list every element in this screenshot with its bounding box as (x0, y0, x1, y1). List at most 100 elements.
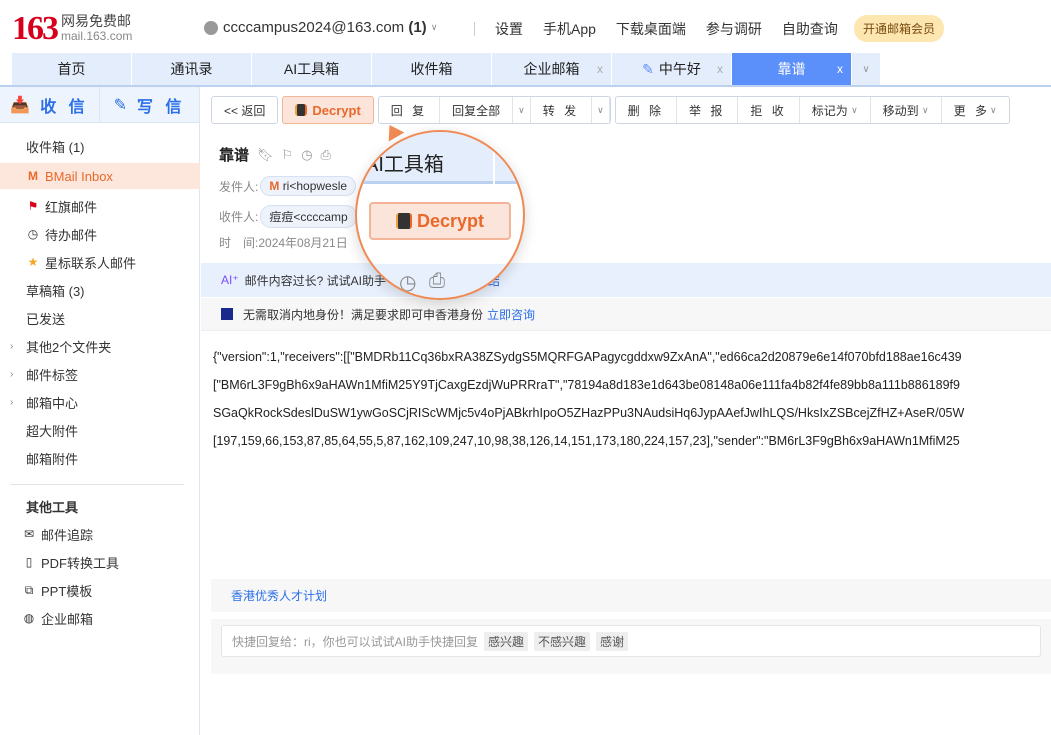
account-menu[interactable]: ccccampus2024@163.com (1) ∨ (204, 19, 437, 36)
move-to-button[interactable]: 移动到 ∨ (871, 97, 942, 123)
close-icon[interactable]: x (837, 62, 843, 76)
magnified-decrypt-button: Decrypt (369, 202, 511, 240)
reply-tag[interactable]: 感谢 (596, 631, 629, 651)
quick-reply-input[interactable]: 快捷回复给：ri，你也可以试试AI助手快捷回复 感兴趣 不感兴趣 感谢 (221, 625, 1041, 657)
tab-label: 中午好 (658, 61, 701, 77)
close-icon[interactable]: x (717, 62, 723, 76)
print-icon[interactable]: ⎙ (321, 147, 331, 163)
compose-label: 写 信 (136, 98, 186, 116)
tab-enterprise-mail[interactable]: 企业邮箱 x (492, 53, 611, 85)
sidebar-item-flagged[interactable]: ⚑ 红旗邮件 (0, 193, 200, 219)
mail-subject-row: 靠谱 🔖︎ ⚐ ◷ ⎙ (219, 144, 331, 165)
divider (474, 22, 475, 36)
tool-pdf-convert[interactable]: ▯ PDF转换工具 (0, 549, 200, 575)
sidebar-item-large-attachments[interactable]: 超大附件 (0, 417, 200, 443)
logo-text: 网易免费邮 (61, 13, 131, 29)
sidebar-item-drafts[interactable]: 草稿箱 (3) (0, 277, 200, 303)
compose-button[interactable]: ✎ 写 信 (100, 87, 199, 122)
pencil-icon: ✎ (113, 96, 131, 114)
flag-icon[interactable]: ⚐ (282, 147, 294, 163)
time-label: 时 间: (219, 236, 259, 250)
globe-icon: ◍ (23, 611, 35, 625)
item-label: 收件箱 (1) (26, 139, 85, 155)
tab-contacts[interactable]: 通讯录 (132, 53, 251, 85)
logo[interactable]: 163 网易免费邮 mail.163.com (12, 10, 132, 48)
reply-button[interactable]: 回 复 (379, 97, 441, 123)
tool-ppt-template[interactable]: ⧉ PPT模板 (0, 577, 200, 603)
flag-icon: ⚑ (27, 199, 39, 213)
sidebar-item-inbox[interactable]: 收件箱 (1) (0, 133, 200, 159)
tab-inbox[interactable]: 收件箱 (372, 53, 491, 85)
lock-icon (295, 104, 308, 116)
item-label: 其他2个文件夹 (26, 339, 112, 355)
forward-dropdown-chevron-icon[interactable]: ∨ (592, 97, 610, 123)
more-button[interactable]: 更 多 ∨ (942, 97, 1009, 123)
decrypt-button[interactable]: Decrypt (282, 96, 374, 124)
to-row: 收件人: 痘痘<ccccamp (219, 205, 357, 228)
item-label: 待办邮件 (45, 227, 98, 243)
bookmark-icon[interactable]: 🔖︎ (257, 147, 274, 163)
tab-more-chevron-icon[interactable]: ∨ (852, 53, 880, 85)
reject-button[interactable]: 拒 收 (738, 97, 800, 123)
back-button[interactable]: << 返回 (212, 97, 277, 123)
link-mobile-app[interactable]: 手机App (543, 19, 596, 39)
reply-tag[interactable]: 感兴趣 (484, 631, 529, 651)
reply-all-button[interactable]: 回复全部 (440, 97, 514, 123)
link-survey[interactable]: 参与调研 (706, 19, 762, 39)
star-icon: ★ (27, 255, 39, 269)
ad-bar: 无需取消内地身份！满足要求即可申香港身份 立即咨询 (201, 298, 1051, 331)
chevron-right-icon: › (10, 340, 14, 352)
item-label: 星标联系人邮件 (45, 255, 137, 271)
receive-button[interactable]: 📥 收 信 (0, 87, 100, 122)
reply-tag[interactable]: 不感兴趣 (534, 631, 591, 651)
sidebar-item-sent[interactable]: 已发送 (0, 305, 200, 331)
delete-button[interactable]: 删 除 (616, 97, 678, 123)
sidebar-item-attachments[interactable]: 邮箱附件 (0, 445, 200, 471)
divider (10, 484, 184, 485)
sender-chip[interactable]: M ri<hopwesle (260, 176, 357, 196)
tab-label: 收件箱 (410, 61, 453, 77)
item-label: 企业邮箱 (41, 611, 94, 627)
sidebar-item-todo[interactable]: ◷ 待办邮件 (0, 221, 200, 247)
time-row: 时 间: 2024年08月21日 (219, 234, 348, 251)
vip-button[interactable]: 开通邮箱会员 (854, 15, 945, 42)
footer-link[interactable]: 香港优秀人才计划 (211, 579, 1051, 612)
report-button[interactable]: 举 报 (677, 97, 739, 123)
mail-body: {"version":1,"receivers":[["BMDRb11Cq36b… (213, 343, 1051, 455)
reply-all-dropdown-chevron-icon[interactable]: ∨ (513, 97, 531, 123)
link-settings[interactable]: 设置 (495, 19, 523, 39)
recipient-chip[interactable]: 痘痘<ccccamp (260, 205, 357, 228)
close-icon[interactable]: x (597, 62, 603, 76)
sidebar: 📥 收 信 ✎ 写 信 收件箱 (1) M BMail Inbox ⚑ 红旗邮件 ◷ 待办… (0, 87, 200, 735)
mark-as-button[interactable]: 标记为 ∨ (800, 97, 871, 123)
tool-mail-tracking[interactable]: ✉ 邮件追踪 (0, 521, 200, 547)
link-desktop[interactable]: 下载桌面端 (616, 19, 686, 39)
avatar-icon (204, 20, 218, 35)
sidebar-item-tags[interactable]: › 邮件标签 (0, 361, 200, 387)
tool-enterprise-mail[interactable]: ◍ 企业邮箱 (0, 605, 200, 631)
tab-label: 靠谱 (777, 61, 806, 77)
tab-draft[interactable]: ✎ 中午好 x (612, 53, 731, 85)
item-label: 已发送 (26, 311, 66, 327)
ad-text: 无需取消内地身份！满足要求即可申香港身份 (243, 307, 484, 322)
sidebar-item-bmail-inbox[interactable]: M BMail Inbox (0, 163, 200, 189)
tab-home[interactable]: 首页 (12, 53, 131, 85)
ad-link[interactable]: 立即咨询 (487, 306, 535, 323)
magnifier-callout: AI工具箱 Decrypt ◷ ⎙ (355, 130, 525, 300)
clock-icon[interactable]: ◷ (301, 147, 312, 163)
item-label: 红旗邮件 (45, 199, 98, 215)
tools-title: 其他工具 (26, 499, 79, 515)
tab-ai-toolbox[interactable]: AI工具箱 (252, 53, 371, 85)
forward-button[interactable]: 转 发 (531, 97, 593, 123)
account-email: ccccampus2024@163.com (223, 19, 405, 36)
tab-current-mail[interactable]: 靠谱 x (732, 53, 851, 85)
link-self-help[interactable]: 自助查询 (782, 19, 838, 39)
sidebar-item-other-folders[interactable]: › 其他2个文件夹 (0, 333, 200, 359)
sidebar-item-starred[interactable]: ★ 星标联系人邮件 (0, 249, 200, 275)
tab-label: AI工具箱 (283, 61, 340, 77)
sidebar-item-mail-center[interactable]: › 邮箱中心 (0, 389, 200, 415)
ppt-icon: ⧉ (24, 582, 34, 597)
clock-icon: ◷ (399, 272, 417, 294)
mail-view: << 返回 Decrypt 回 复 回复全部 ∨ 转 发 ∨ 删 除 举 报 拒… (201, 87, 1051, 735)
logo-domain: mail.163.com (61, 29, 133, 43)
